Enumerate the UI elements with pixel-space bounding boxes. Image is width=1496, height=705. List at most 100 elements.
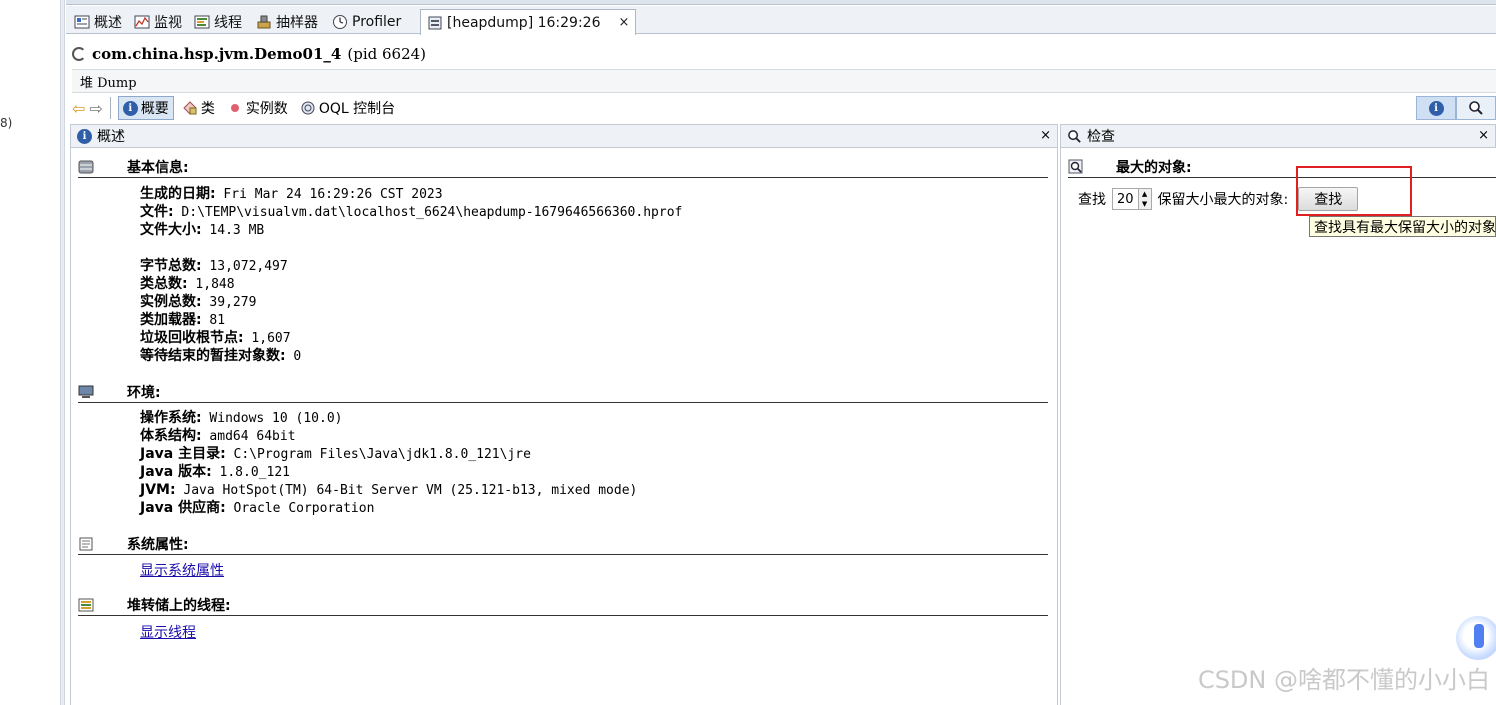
back-arrow-icon[interactable]: ⇦ bbox=[72, 99, 85, 118]
section-title: 最大的对象: bbox=[1116, 159, 1192, 176]
tab-label: [heapdump] 16:29:26 bbox=[447, 14, 601, 31]
tab-label: Profiler bbox=[352, 13, 402, 30]
show-threads-link[interactable]: 显示线程 bbox=[140, 622, 196, 642]
info-key: JVM: bbox=[140, 482, 176, 498]
show-system-properties-link[interactable]: 显示系统属性 bbox=[140, 560, 224, 580]
info-row: 等待结束的暂挂对象数: 0 bbox=[140, 347, 301, 366]
system-properties-section: 系统属性: bbox=[78, 533, 1048, 555]
instances-label: 实例数 bbox=[245, 101, 288, 117]
magnifier-icon bbox=[1068, 159, 1083, 173]
close-icon[interactable]: × bbox=[619, 15, 630, 30]
inspect-panel-toggle[interactable] bbox=[1456, 96, 1496, 120]
basic-info-section: 基本信息: bbox=[78, 156, 1048, 178]
highlight-annotation-box bbox=[1296, 166, 1412, 216]
overview-panel-header: i 概述 × bbox=[70, 124, 1058, 148]
tab-heapdump[interactable]: [heapdump] 16:29:26 × bbox=[420, 9, 637, 35]
classes-icon bbox=[183, 101, 197, 115]
sidebar-fragment: 8) bbox=[0, 116, 13, 130]
summary-button[interactable]: i 概要 bbox=[117, 96, 174, 120]
oql-console-button[interactable]: OQL 控制台 bbox=[296, 96, 399, 120]
environment-section: 环境: bbox=[78, 381, 1048, 403]
forward-arrow-icon[interactable]: ⇨ bbox=[89, 99, 102, 118]
info-row: 字节总数: 13,072,497 bbox=[140, 257, 288, 276]
heap-threads-section: 堆转储上的线程: bbox=[78, 594, 1048, 616]
chevron-up-icon[interactable]: ▲ bbox=[1139, 189, 1151, 199]
info-icon: i bbox=[1428, 100, 1444, 116]
section-title: 系统属性: bbox=[127, 536, 189, 553]
info-value: 0 bbox=[285, 349, 302, 364]
classes-label: 类 bbox=[200, 101, 215, 117]
tab-overview[interactable]: 概述 bbox=[68, 9, 128, 34]
info-panel-toggle[interactable]: i bbox=[1416, 96, 1456, 120]
left-sidebar: 8) bbox=[0, 0, 64, 705]
info-key: 垃圾回收根节点: bbox=[140, 330, 244, 346]
info-row: 实例总数: 39,279 bbox=[140, 293, 256, 312]
split-divider[interactable] bbox=[60, 0, 65, 705]
info-value: 1,607 bbox=[243, 331, 291, 346]
app-name: com.china.hsp.jvm.Demo01_4 bbox=[92, 45, 342, 63]
info-row: 类总数: 1,848 bbox=[140, 275, 235, 294]
instances-button[interactable]: 实例数 bbox=[223, 96, 292, 120]
info-value: Fri Mar 24 16:29:26 CST 2023 bbox=[215, 187, 443, 202]
info-value: Windows 10 (10.0) bbox=[201, 411, 343, 426]
overview-panel-title: 概述 bbox=[97, 129, 125, 145]
tab-profiler[interactable]: Profiler bbox=[326, 9, 407, 34]
tab-monitor[interactable]: 监视 bbox=[128, 9, 188, 34]
stepper-arrows[interactable]: ▲ ▼ bbox=[1137, 189, 1151, 209]
computer-icon bbox=[78, 385, 94, 398]
info-key: Java 主目录: bbox=[140, 446, 226, 462]
heapdump-icon bbox=[428, 16, 442, 29]
heap-dump-header: 堆 Dump bbox=[72, 69, 1496, 93]
find-label: 查找 bbox=[1078, 192, 1106, 208]
info-key: Java 供应商: bbox=[140, 500, 226, 516]
basic-info-heading: 基本信息: bbox=[78, 156, 1048, 178]
count-value: 20 bbox=[1117, 191, 1134, 207]
system-properties-heading: 系统属性: bbox=[78, 533, 1048, 555]
threads-icon bbox=[194, 15, 210, 28]
tab-label: 概述 bbox=[94, 14, 122, 31]
largest-objects-heading: 最大的对象: bbox=[1068, 156, 1496, 178]
info-icon: i bbox=[77, 128, 92, 144]
profiler-icon bbox=[333, 14, 347, 29]
info-row: 操作系统: Windows 10 (10.0) bbox=[140, 409, 343, 428]
floating-assistant-button[interactable] bbox=[1456, 616, 1496, 660]
info-row: 体系结构: amd64 64bit bbox=[140, 427, 296, 446]
inspect-panel-header: 检查 × bbox=[1060, 124, 1496, 148]
tab-label: 监视 bbox=[154, 14, 182, 31]
threads-icon bbox=[78, 598, 94, 611]
tab-sampler[interactable]: 抽样器 bbox=[250, 9, 324, 34]
find-button-tooltip: 查找具有最大保留大小的对象 bbox=[1309, 216, 1496, 237]
info-value: amd64 64bit bbox=[201, 429, 296, 444]
count-stepper[interactable]: 20 ▲ ▼ bbox=[1112, 188, 1152, 210]
close-icon[interactable]: × bbox=[1040, 128, 1051, 143]
view-toolbar: ⇦ ⇨ i 概要 类 实例数 OQL 控制台 bbox=[72, 94, 1496, 122]
oql-icon bbox=[301, 101, 315, 115]
info-value: 1.8.0_121 bbox=[211, 465, 290, 480]
info-key: Java 版本: bbox=[140, 464, 212, 480]
info-row: 文件大小: 14.3 MB bbox=[140, 221, 264, 240]
monitor-icon bbox=[134, 15, 150, 28]
assistant-icon bbox=[1474, 624, 1484, 648]
info-value: 81 bbox=[201, 313, 226, 328]
info-key: 生成的日期: bbox=[140, 186, 216, 202]
info-value: D:\TEMP\visualvm.dat\localhost_6624\heap… bbox=[173, 205, 683, 220]
info-key: 体系结构: bbox=[140, 428, 202, 444]
info-key: 类总数: bbox=[140, 276, 188, 292]
section-title: 堆转储上的线程: bbox=[127, 597, 231, 614]
close-icon[interactable]: × bbox=[1478, 128, 1489, 143]
overview-icon bbox=[74, 15, 90, 28]
search-icon bbox=[1068, 129, 1081, 143]
section-title: 环境: bbox=[127, 384, 161, 401]
tab-label: 线程 bbox=[214, 14, 242, 31]
classes-button[interactable]: 类 bbox=[178, 96, 219, 120]
tab-threads[interactable]: 线程 bbox=[188, 9, 248, 34]
info-key: 类加载器: bbox=[140, 312, 202, 328]
top-window-edge bbox=[66, 0, 1496, 5]
document-icon bbox=[79, 537, 93, 550]
sampler-icon bbox=[257, 15, 271, 28]
info-value: 39,279 bbox=[201, 295, 257, 310]
chevron-down-icon[interactable]: ▼ bbox=[1139, 199, 1151, 209]
info-value: Oracle Corporation bbox=[225, 501, 375, 516]
toolbar-separator bbox=[109, 97, 111, 119]
info-row: 垃圾回收根节点: 1,607 bbox=[140, 329, 291, 348]
